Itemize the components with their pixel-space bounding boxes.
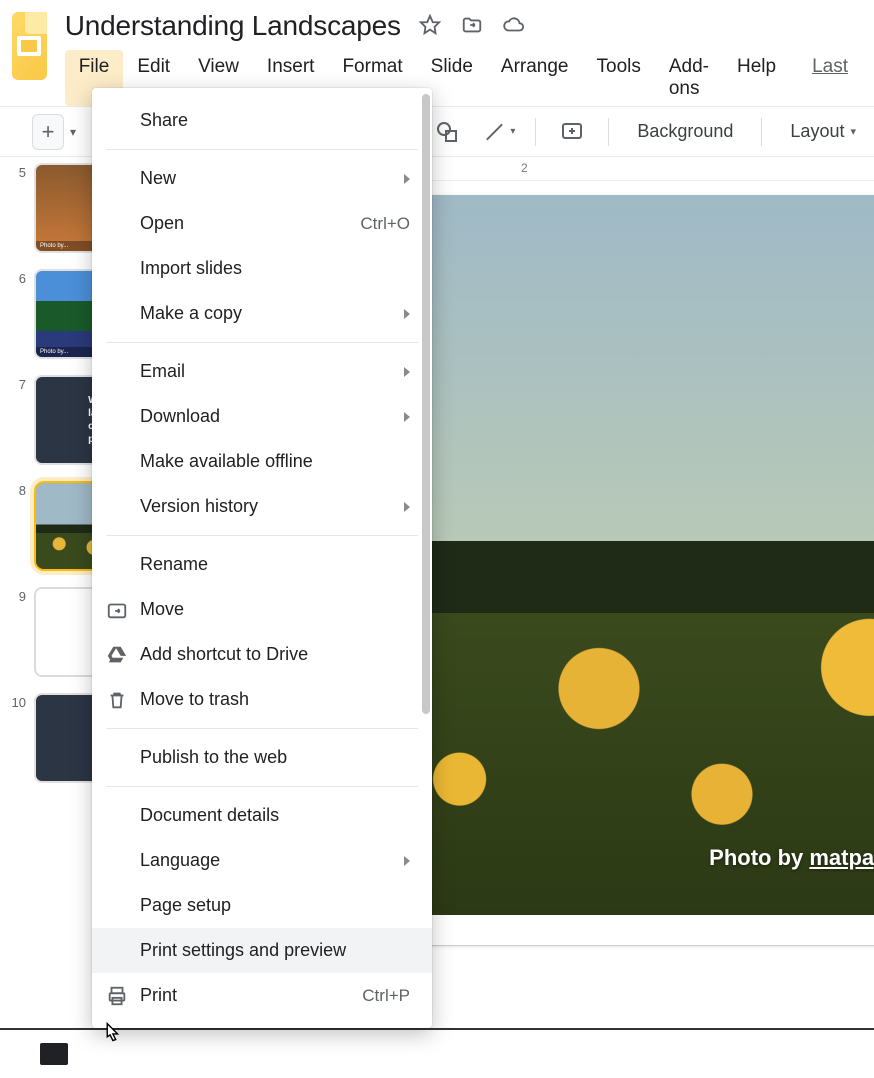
thumb-number: 7 — [6, 375, 26, 465]
submenu-caret-icon — [404, 856, 410, 866]
move-icon — [106, 599, 128, 621]
move-to-folder-icon[interactable] — [461, 14, 483, 39]
new-slide-dropdown-icon[interactable]: ▾ — [70, 114, 84, 150]
menu-addons[interactable]: Add-ons — [655, 50, 723, 106]
photo-credit: Photo by matpaga on Unsplash — [709, 845, 874, 871]
filmstrip-view-icon[interactable] — [40, 1043, 68, 1065]
file-menu-print-settings[interactable]: Print settings and preview — [92, 928, 432, 973]
new-slide-button[interactable]: + — [32, 114, 64, 150]
submenu-caret-icon — [404, 174, 410, 184]
file-menu-trash[interactable]: Move to trash — [92, 677, 432, 722]
thumb-number: 5 — [6, 163, 26, 253]
submenu-caret-icon — [404, 367, 410, 377]
drive-icon — [106, 644, 128, 666]
file-menu-page-setup[interactable]: Page setup — [92, 883, 432, 928]
shape-icon[interactable] — [431, 116, 463, 148]
credit-author-link[interactable]: matpaga — [809, 845, 874, 870]
file-menu-move[interactable]: Move — [92, 587, 432, 632]
file-menu-share[interactable]: Share — [92, 98, 432, 143]
file-menu-version-history[interactable]: Version history — [92, 484, 432, 529]
print-icon — [106, 985, 128, 1007]
menu-last-edit[interactable]: Last — [798, 50, 862, 106]
background-button[interactable]: Background — [629, 115, 741, 148]
file-menu-document-details[interactable]: Document details — [92, 793, 432, 838]
file-menu-rename[interactable]: Rename — [92, 542, 432, 587]
menu-help[interactable]: Help — [723, 50, 790, 106]
cloud-status-icon[interactable] — [503, 14, 525, 39]
slides-logo-icon — [12, 12, 47, 80]
line-icon[interactable]: ▾ — [483, 116, 515, 148]
file-menu-dropdown: Share New OpenCtrl+O Import slides Make … — [92, 88, 432, 1028]
file-menu-open[interactable]: OpenCtrl+O — [92, 201, 432, 246]
layout-button[interactable]: Layout▾ — [782, 115, 864, 148]
pointer-cursor-icon — [96, 1018, 126, 1048]
thumb-number: 8 — [6, 481, 26, 571]
file-menu-import-slides[interactable]: Import slides — [92, 246, 432, 291]
document-title[interactable]: Understanding Landscapes — [65, 10, 401, 42]
view-mode-bar — [0, 1028, 874, 1078]
trash-icon — [106, 689, 128, 711]
file-menu-offline[interactable]: Make available offline — [92, 439, 432, 484]
thumb-number: 9 — [6, 587, 26, 677]
menu-tools[interactable]: Tools — [583, 50, 655, 106]
submenu-caret-icon — [404, 309, 410, 319]
submenu-caret-icon — [404, 412, 410, 422]
file-menu-new[interactable]: New — [92, 156, 432, 201]
file-menu-email[interactable]: Email — [92, 349, 432, 394]
file-menu-download[interactable]: Download — [92, 394, 432, 439]
file-menu-publish[interactable]: Publish to the web — [92, 735, 432, 780]
thumb-number: 10 — [6, 693, 26, 783]
comment-icon[interactable] — [556, 116, 588, 148]
file-menu-make-copy[interactable]: Make a copy — [92, 291, 432, 336]
file-menu-language[interactable]: Language — [92, 838, 432, 883]
thumb-number: 6 — [6, 269, 26, 359]
star-icon[interactable] — [419, 14, 441, 39]
file-menu-print[interactable]: PrintCtrl+P — [92, 973, 432, 1018]
file-menu-add-shortcut[interactable]: Add shortcut to Drive — [92, 632, 432, 677]
submenu-caret-icon — [404, 502, 410, 512]
menu-arrange[interactable]: Arrange — [487, 50, 583, 106]
